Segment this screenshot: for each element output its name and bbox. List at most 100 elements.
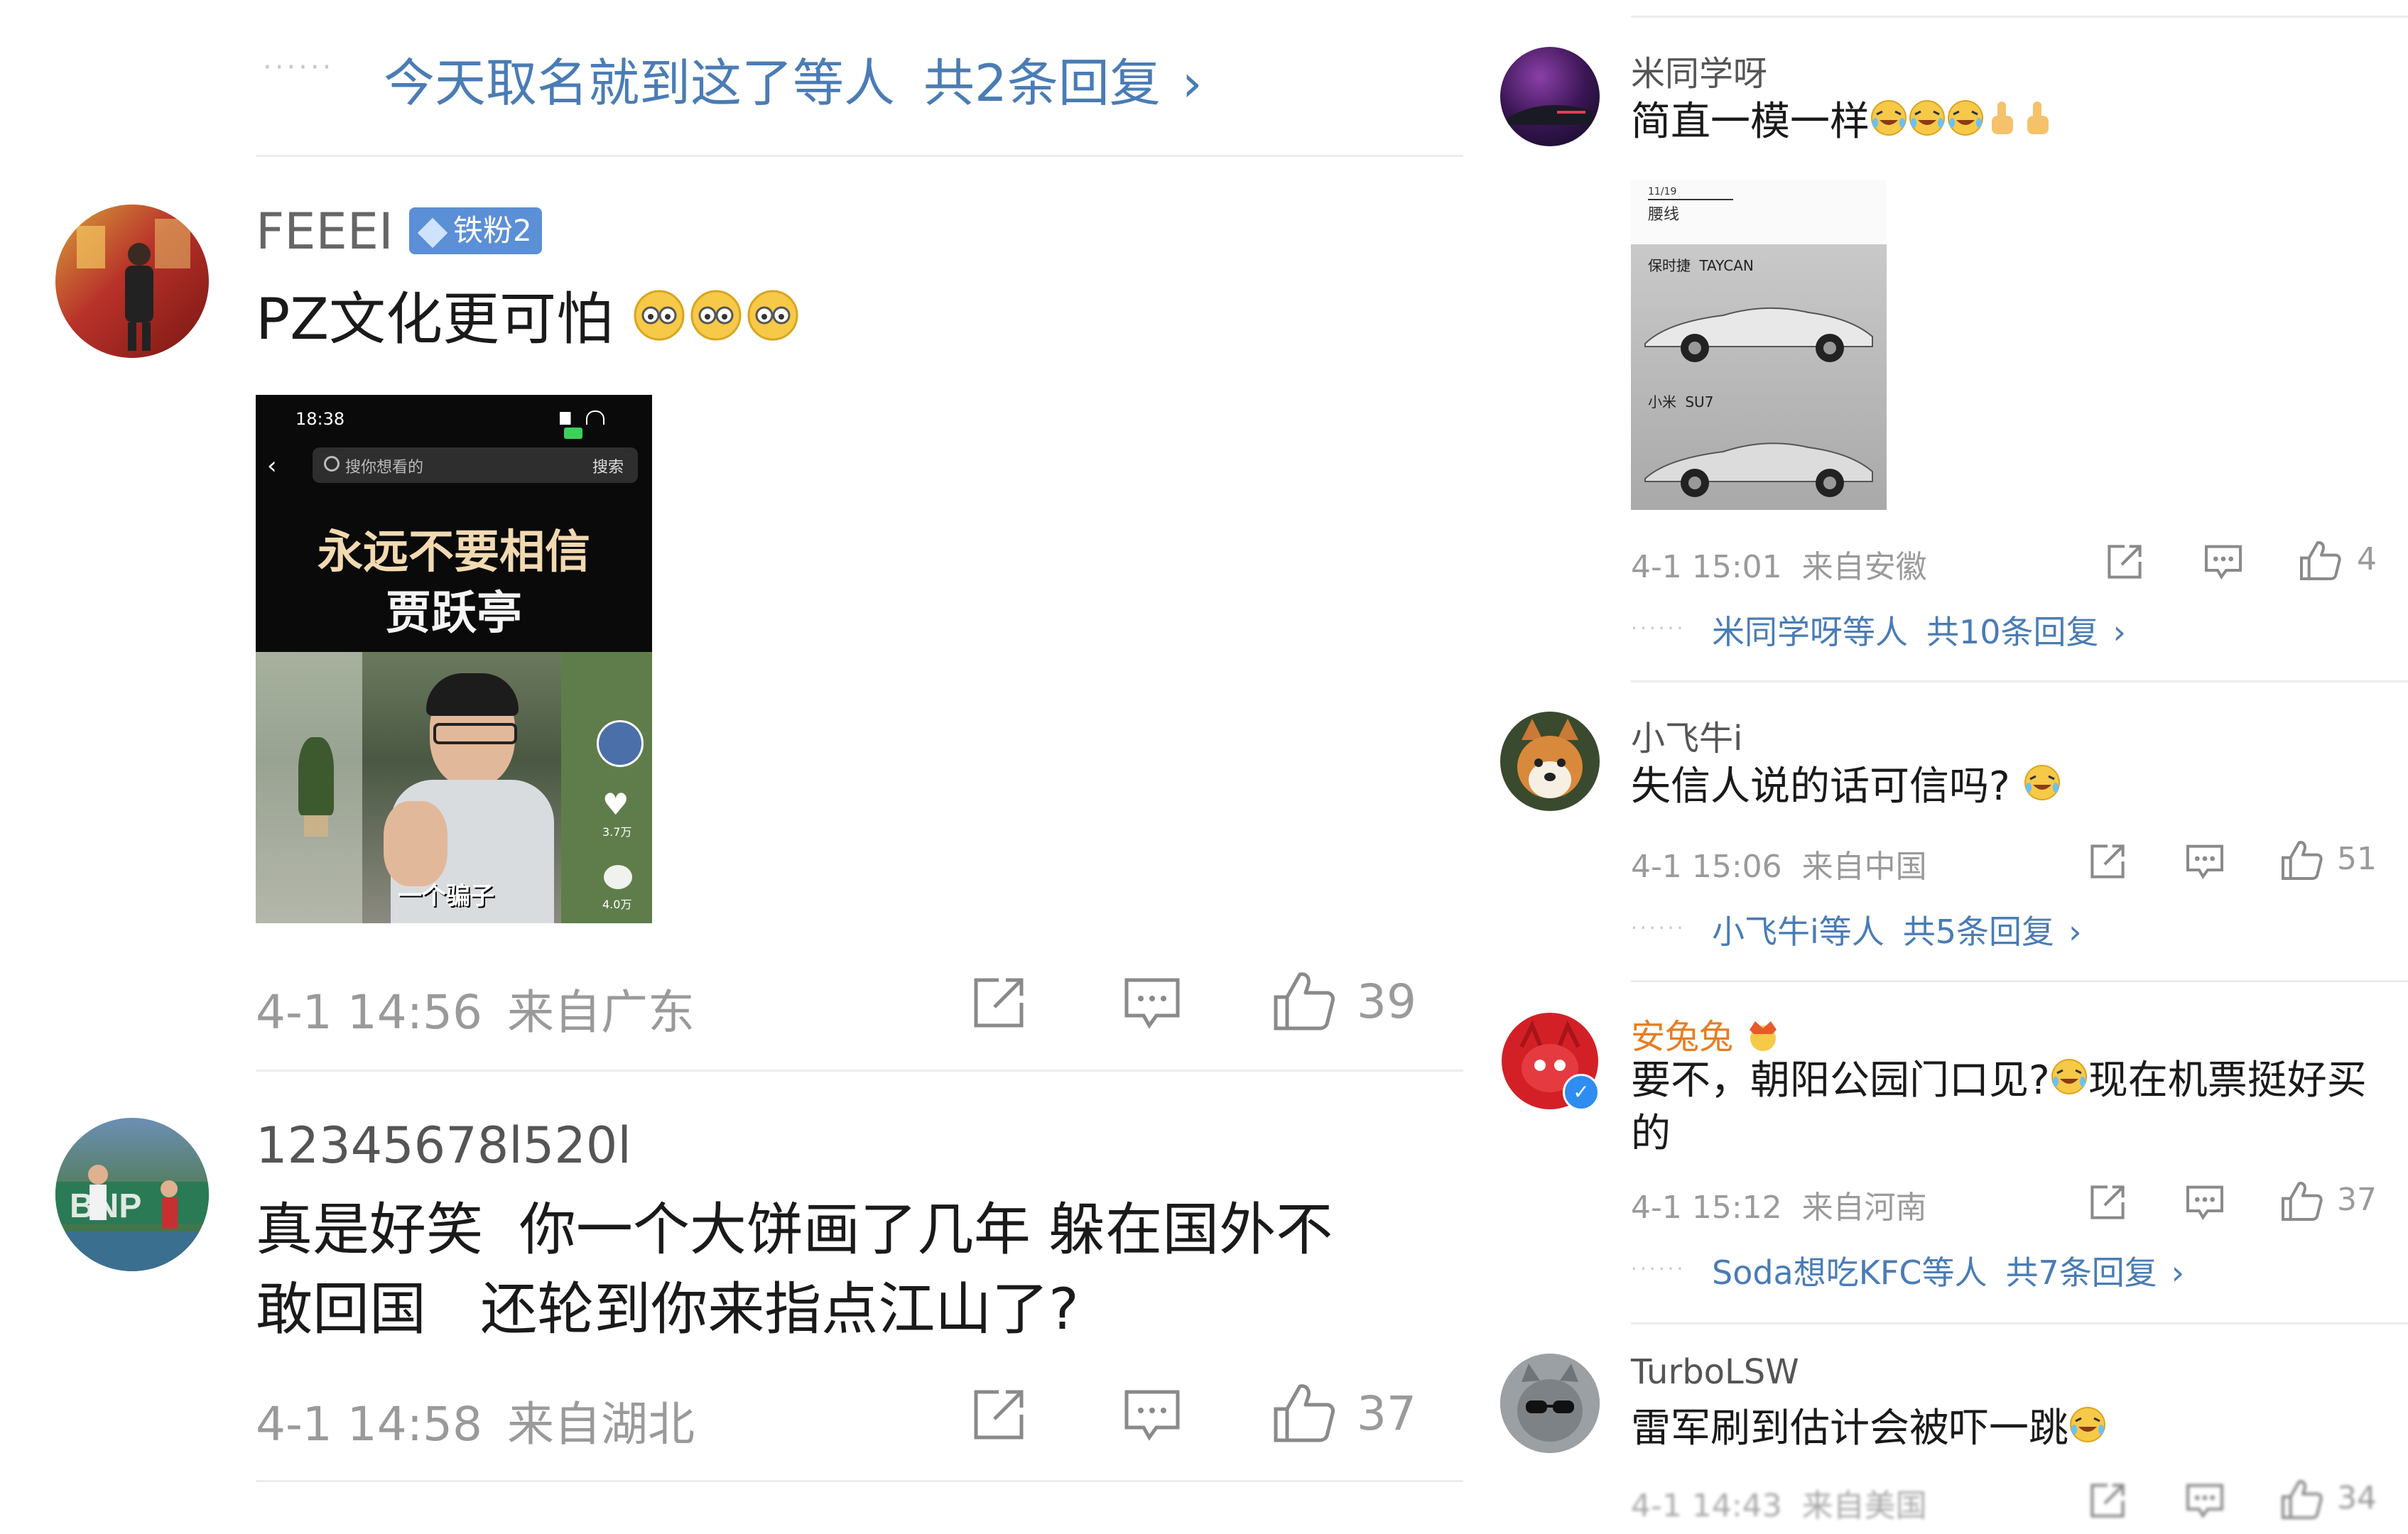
comment-icon[interactable] <box>1122 1386 1182 1446</box>
avatar[interactable] <box>1500 712 1600 811</box>
like-icon[interactable] <box>2299 540 2341 584</box>
comment-icon[interactable] <box>1122 974 1182 1034</box>
comment-location: 来自美国 <box>1801 1488 1927 1524</box>
reply-count: 共10条回复 <box>1926 613 2099 651</box>
comment-text: 要不，朝阳公园门口见? 现在机票挺好买 的 <box>1631 1055 2398 1160</box>
laugh-cry-emoji-icon <box>2068 1403 2107 1459</box>
like-count: 51 <box>2337 841 2377 877</box>
username[interactable]: 12345678l520l <box>256 1116 631 1175</box>
comment-icon[interactable] <box>2203 543 2243 584</box>
comment-icon[interactable] <box>2185 842 2225 883</box>
comment-text-content: 失信人说的话可信吗? <box>1631 763 2010 810</box>
comment-text: 失信人说的话可信吗? <box>1631 758 2061 817</box>
share-icon[interactable] <box>2105 543 2144 584</box>
avatar-cat-sunglasses-icon <box>1500 1354 1600 1453</box>
verified-icon: ✓ <box>1563 1074 1600 1111</box>
avatar-tennis-icon: BNP <box>55 1165 209 1271</box>
like-count: 39 <box>1357 974 1416 1029</box>
comment-text-line: 真是好笑 你一个大饼画了几年 躲在国外不 <box>256 1197 1333 1263</box>
view-replies-link[interactable]: 米同学呀等人 共10条回复 › <box>1712 606 2126 653</box>
divider <box>1631 980 2408 982</box>
like-icon[interactable] <box>2280 1180 2323 1224</box>
comment-text-content: 简直一模一样 <box>1631 99 1870 145</box>
comment-image[interactable]: 11/19 腰线 保时捷 TAYCAN 小米 SU7 <box>1631 180 1887 510</box>
avatar-car-night-icon <box>1507 105 1593 125</box>
comment-image[interactable]: 18:38 ‹ 搜你想看的 搜索 永远不要相信 贾跃亭 ♥ 3.7万 4.0万 … <box>256 395 652 923</box>
share-icon[interactable] <box>970 974 1027 1034</box>
back-icon[interactable]: ‹ <box>267 452 277 480</box>
status-time: 18:38 <box>295 409 345 429</box>
avatar-person-icon <box>77 219 190 351</box>
laugh-cry-emoji-icon <box>1908 96 1946 153</box>
video-caption-1: 永远不要相信 <box>318 526 590 579</box>
car1-label: 保时捷 TAYCAN <box>1648 254 1754 275</box>
comment-meta: 4-1 14:58 来自湖北 <box>256 1386 695 1454</box>
share-icon[interactable] <box>970 1386 1027 1446</box>
username[interactable]: FEEEI <box>256 202 394 261</box>
search-button[interactable]: 搜索 <box>592 455 624 477</box>
diamond-icon <box>417 217 448 248</box>
comment-text: PZ文化更可怕 <box>256 284 801 360</box>
video-like-count: 3.7万 <box>602 825 632 839</box>
video-frame: ♥ 3.7万 4.0万 一个骗子 <box>256 652 652 923</box>
video-subtitle: 一个骗子 <box>398 882 494 910</box>
car2-image <box>1644 442 1873 497</box>
comment-text: 雷军刷到估计会被吓一跳 <box>1631 1400 2107 1459</box>
comment-date: 4-1 15:12 <box>1631 1190 1782 1226</box>
like-icon[interactable] <box>2280 1479 2323 1523</box>
comment-location: 来自广东 <box>506 985 695 1040</box>
comment-meta: 4-1 15:12 来自河南 <box>1631 1182 1927 1227</box>
view-replies-link[interactable]: 小飞牛i等人 共5条回复 › <box>1712 906 2081 953</box>
share-icon[interactable] <box>2088 1481 2127 1523</box>
divider <box>256 155 1463 157</box>
username[interactable]: 小飞牛i <box>1631 710 1742 760</box>
comment-location: 来自河南 <box>1801 1190 1927 1226</box>
comment-text-content: 现在机票挺好买 <box>2088 1057 2367 1104</box>
username[interactable]: TurboLSW <box>1631 1352 1799 1392</box>
creator-avatar[interactable] <box>597 720 644 767</box>
avatar[interactable] <box>1500 47 1600 146</box>
image-date: 11/19 <box>1648 186 1677 197</box>
video-caption-2: 贾跃亭 <box>386 587 522 640</box>
comment-bubble-icon[interactable] <box>604 865 632 889</box>
comment-text: 简直一模一样 <box>1631 94 2056 153</box>
comment-text-content: 的 <box>1631 1110 1671 1157</box>
like-icon[interactable] <box>1271 970 1335 1034</box>
chevron-right-icon: › <box>2171 1253 2185 1292</box>
divider <box>256 1480 1463 1482</box>
comment-meta: 4-1 14:43 来自美国 <box>1631 1480 1927 1525</box>
reply-dots: ······ <box>1631 916 1686 940</box>
thumbs-up-emoji-icon <box>1985 96 2020 153</box>
comment-icon[interactable] <box>2185 1481 2225 1523</box>
share-icon[interactable] <box>2088 1183 2127 1224</box>
avatar[interactable] <box>1500 1354 1600 1453</box>
comment-date: 4-1 15:06 <box>1631 849 1782 885</box>
username[interactable]: 米同学呀 <box>1631 45 1767 95</box>
comment-icon[interactable] <box>2185 1183 2225 1224</box>
comment-text-content: PZ文化更可怕 <box>256 286 614 352</box>
like-count: 37 <box>2337 1182 2377 1218</box>
share-icon[interactable] <box>2088 842 2127 883</box>
heart-icon[interactable]: ♥ <box>602 787 629 822</box>
avatar[interactable] <box>55 205 209 358</box>
chevron-right-icon: › <box>1181 53 1203 113</box>
view-replies-link[interactable]: 今天取名就到这了等人 共2条回复 › <box>384 41 1203 116</box>
avatar[interactable]: BNP <box>55 1118 209 1271</box>
username[interactable]: 安兔兔 <box>1631 1017 1733 1057</box>
car2-label: 小米 SU7 <box>1648 391 1713 411</box>
comment-meta: 4-1 14:56 来自广东 <box>256 974 695 1043</box>
view-replies-link[interactable]: Soda想吃KFC等人 共7条回复 › <box>1712 1247 2184 1294</box>
reply-users: 今天取名就到这了等人 <box>384 53 896 113</box>
laugh-cry-emoji-icon <box>1870 96 1908 153</box>
comment-date: 4-1 14:56 <box>256 985 482 1040</box>
like-icon[interactable] <box>1271 1382 1335 1446</box>
fan-badge[interactable]: 铁粉2 <box>409 207 542 254</box>
like-count: 34 <box>2337 1480 2377 1516</box>
search-bar[interactable]: 搜你想看的 搜索 <box>313 447 638 483</box>
badge-label: 铁粉2 <box>453 213 532 248</box>
search-icon <box>324 456 340 472</box>
like-icon[interactable] <box>2280 839 2323 883</box>
divider <box>1631 1322 2408 1324</box>
comment-text-content: 要不，朝阳公园门口见? <box>1631 1057 2050 1104</box>
comment-location: 来自湖北 <box>506 1397 695 1452</box>
